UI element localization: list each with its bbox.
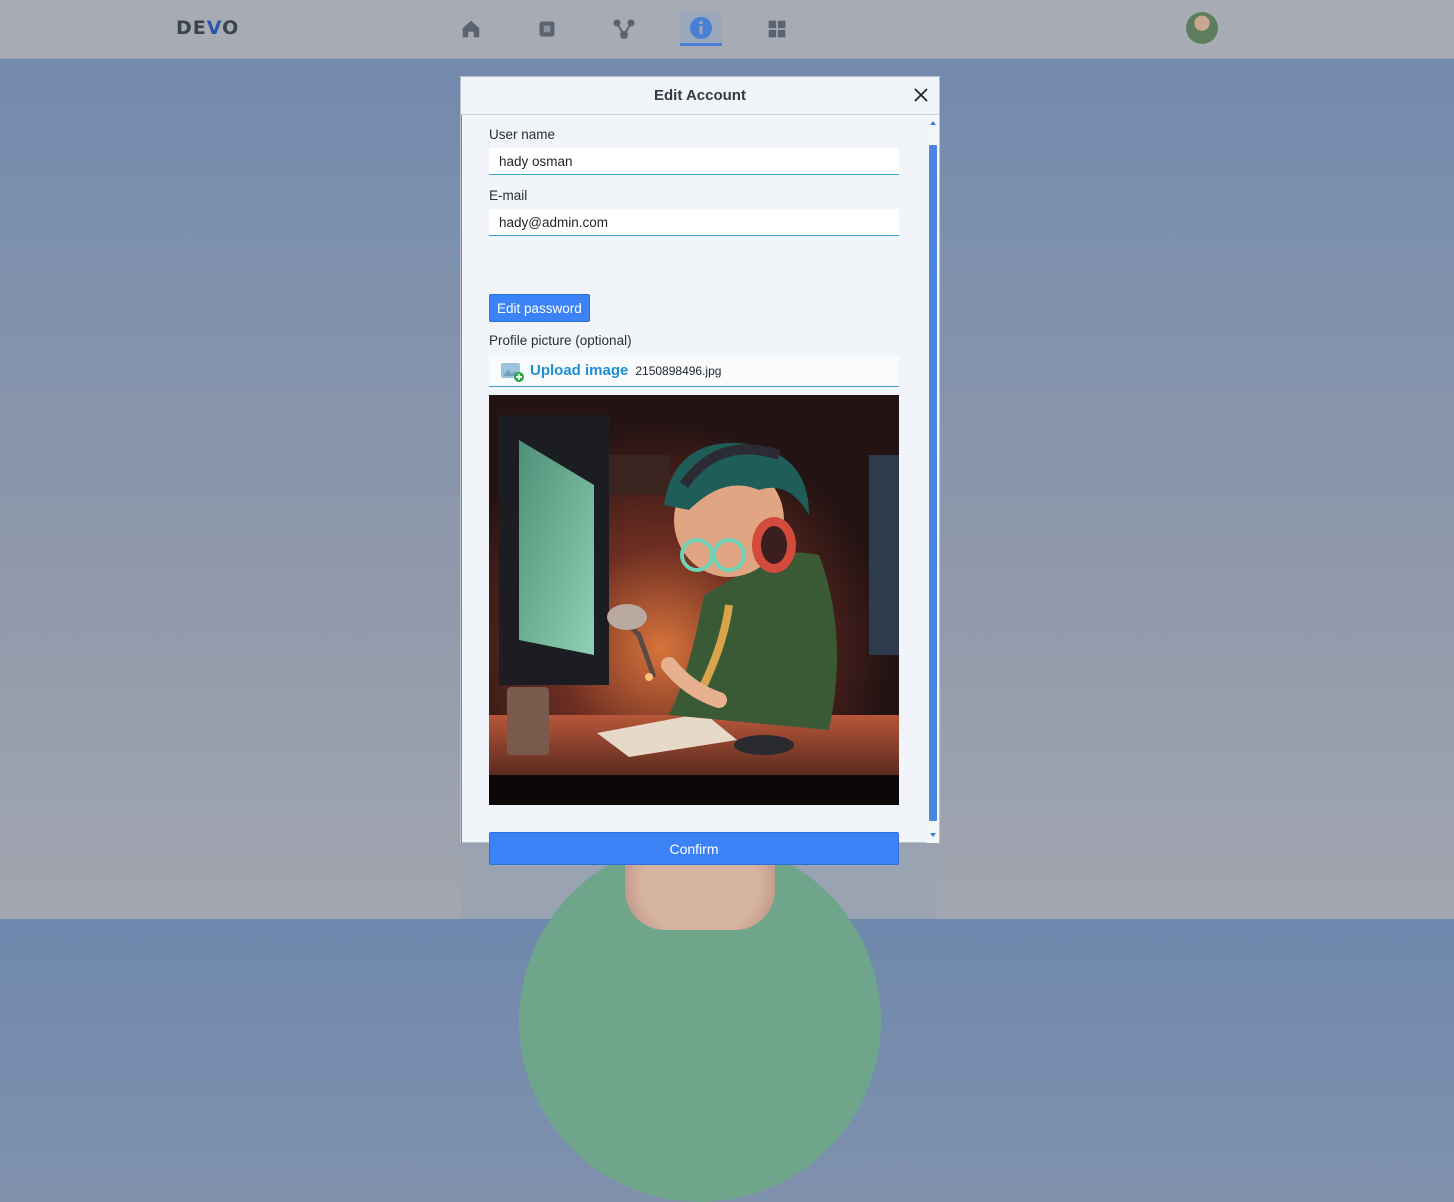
home-icon <box>462 20 480 38</box>
username-label: User name <box>489 127 556 142</box>
username-input[interactable] <box>489 148 899 175</box>
user-info-icon <box>690 16 712 39</box>
scroll-thumb[interactable] <box>929 145 937 821</box>
network-icon <box>613 19 635 39</box>
upload-image-button[interactable]: Upload image <box>530 362 628 379</box>
modal-body: User name E-mail Edit password Profile p… <box>461 115 927 865</box>
scroll-up-arrow-icon[interactable] <box>930 121 936 125</box>
profile-picture-label: Profile picture (optional) <box>489 333 632 348</box>
profile-illustration <box>489 395 899 805</box>
modal-header: Edit Account <box>461 77 939 115</box>
logo-text-accent: V <box>206 17 223 39</box>
nav-pages[interactable] <box>526 12 568 46</box>
square-icon <box>539 21 555 37</box>
top-navbar: DEVO <box>0 0 1454 59</box>
upload-row[interactable]: Upload image 2150898496.jpg <box>489 355 899 387</box>
grid-icon <box>768 20 786 38</box>
image-upload-icon <box>501 361 524 382</box>
email-input[interactable] <box>489 209 899 236</box>
close-icon <box>914 88 928 102</box>
edit-password-button[interactable]: Edit password <box>489 294 590 322</box>
app-logo[interactable]: DEVO <box>176 17 239 39</box>
scroll-down-arrow-icon[interactable] <box>930 833 936 837</box>
selected-file-name: 2150898496.jpg <box>635 363 722 378</box>
background-profile-photo <box>519 840 881 1202</box>
close-button[interactable] <box>911 85 931 105</box>
profile-image-preview <box>489 395 899 805</box>
confirm-button[interactable]: Confirm <box>489 832 899 865</box>
logo-text-right: O <box>222 17 240 39</box>
email-label: E-mail <box>489 188 528 203</box>
edit-account-modal: Edit Account User name E-mail Edit passw… <box>460 76 940 865</box>
nav-apps[interactable] <box>756 12 798 46</box>
user-avatar[interactable] <box>1186 12 1218 44</box>
modal-title: Edit Account <box>654 87 746 104</box>
nav-home[interactable] <box>450 12 492 46</box>
modal-scrollbar[interactable] <box>927 115 939 843</box>
nav-account[interactable] <box>680 12 722 46</box>
nav-network[interactable] <box>603 12 645 46</box>
logo-text-left: DE <box>176 17 207 39</box>
